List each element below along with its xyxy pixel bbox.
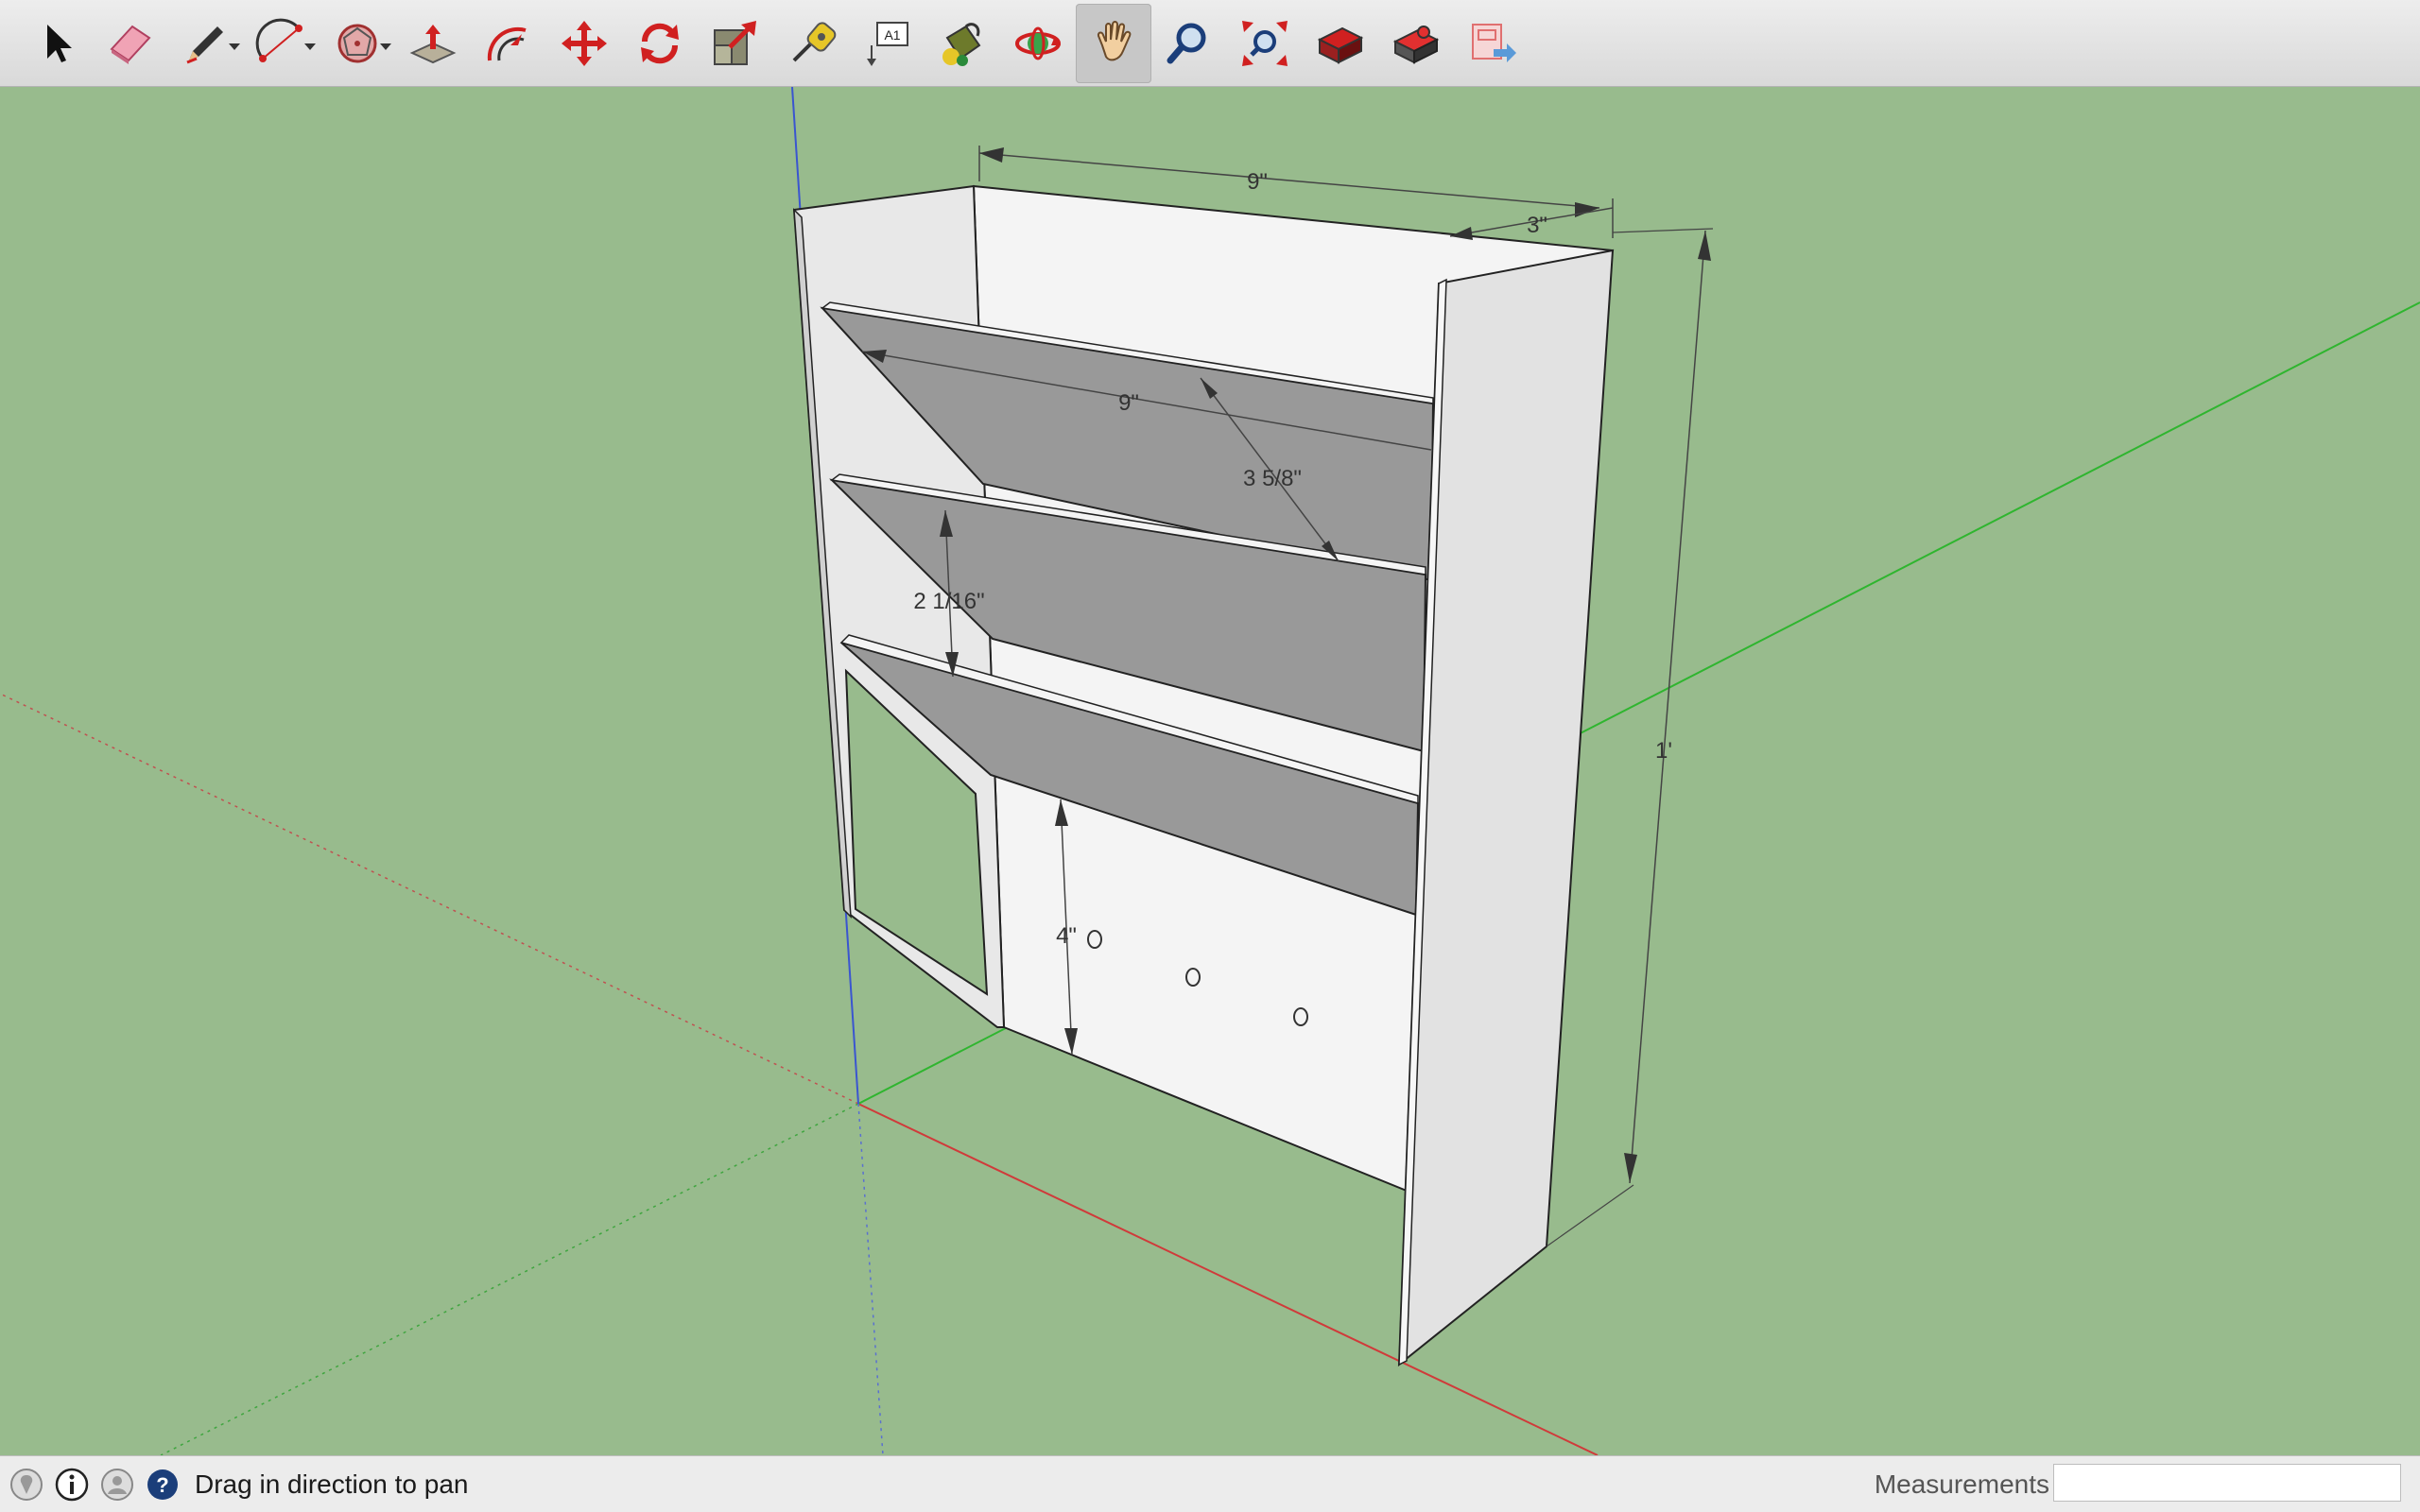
dim-label-shelf-spacing: 2 1/16" [913,589,984,614]
help-icon: ? [147,1469,178,1500]
dim-arrow [1624,1153,1637,1183]
warehouse-icon [1317,26,1364,64]
dim-label-height: 1' [1655,738,1672,764]
select-tool[interactable] [17,4,93,83]
scale-icon [714,20,756,65]
move-tool[interactable] [546,4,622,83]
eraser-tool[interactable] [93,4,168,83]
dim-arrow [1698,231,1711,261]
zoom-tool[interactable] [1151,4,1227,83]
offset-tool[interactable] [471,4,546,83]
line-tool[interactable] [168,4,244,83]
svg-text:?: ? [156,1473,168,1497]
dim-label-bottom-gap: 4" [1056,923,1077,949]
orbit-icon [1015,26,1061,60]
scale-tool[interactable] [698,4,773,83]
arc-tool[interactable] [244,4,320,83]
chevron-down-icon[interactable] [304,43,316,50]
chevron-down-icon[interactable] [229,43,240,50]
geo-location-icon [10,1468,43,1501]
magnifier-icon [1167,23,1206,63]
warehouse-tool[interactable] [1303,4,1378,83]
rotate-icon [641,23,679,63]
help-button[interactable]: ? [144,1466,182,1503]
model-viewport[interactable]: 9" 3" 1' 9" 3 5/8" 2 1/16" 4" [0,86,2420,1456]
dim-arrow [979,147,1004,163]
extension-warehouse-icon [1392,25,1440,64]
dim-label-top-depth: 3" [1527,213,1547,238]
dim-extension [1546,1184,1634,1247]
chevron-down-icon[interactable] [380,43,391,50]
hand-icon [1097,20,1132,60]
toolbar: A1 [0,0,2420,87]
user-account-button[interactable] [98,1466,136,1503]
dim-label-top-width: 9" [1247,169,1268,195]
paint-bucket-tool[interactable] [925,4,1000,83]
red-axis-negative [0,693,859,1105]
arc-icon [255,18,302,62]
measurements-label: Measurements [1874,1469,2049,1499]
credits-info-button[interactable] [53,1466,91,1503]
dim-label-shelf-depth: 3 5/8" [1243,466,1302,491]
credits-info-icon [55,1468,89,1501]
layout-icon [1472,23,1516,62]
user-account-icon [101,1468,133,1501]
dim-line-height [1629,230,1706,1184]
green-axis-negative [160,1103,859,1456]
zoom-extents-icon [1242,20,1288,66]
geo-location-button[interactable] [8,1466,45,1503]
pencil-icon [186,26,223,63]
rotate-tool[interactable] [622,4,698,83]
extension-warehouse-tool[interactable] [1378,4,1454,83]
model-canvas[interactable]: 9" 3" 1' 9" 3 5/8" 2 1/16" 4" [0,86,2420,1456]
polygon-icon [337,24,377,62]
orbit-tool[interactable] [1000,4,1076,83]
paint-bucket-icon [942,22,981,66]
zoom-extents-tool[interactable] [1227,4,1303,83]
dim-extension [1612,228,1714,233]
dim-label-shelf-width: 9" [1118,390,1139,416]
arrow-pointer-icon [47,24,72,62]
push-pull-tool[interactable] [395,4,471,83]
move-arrows-icon [562,20,607,66]
offset-icon [487,26,527,60]
status-bar: ? Drag in direction to pan Measurements [0,1455,2420,1512]
pan-tool[interactable] [1076,3,1151,83]
blue-axis-negative [857,1103,884,1456]
text-tool[interactable]: A1 [849,4,925,83]
send-to-layout-tool[interactable] [1454,4,1530,83]
push-pull-icon [409,24,457,63]
svg-text:A1: A1 [884,27,900,43]
status-text: Drag in direction to pan [195,1469,469,1499]
eraser-icon [110,25,151,64]
tape-measure-icon [792,21,837,61]
measurements-input[interactable] [2053,1464,2401,1502]
tape-measure-tool[interactable] [773,4,849,83]
shapes-tool[interactable] [320,4,395,83]
dim-arrow [1575,202,1599,217]
text-label-icon: A1 [867,21,908,66]
